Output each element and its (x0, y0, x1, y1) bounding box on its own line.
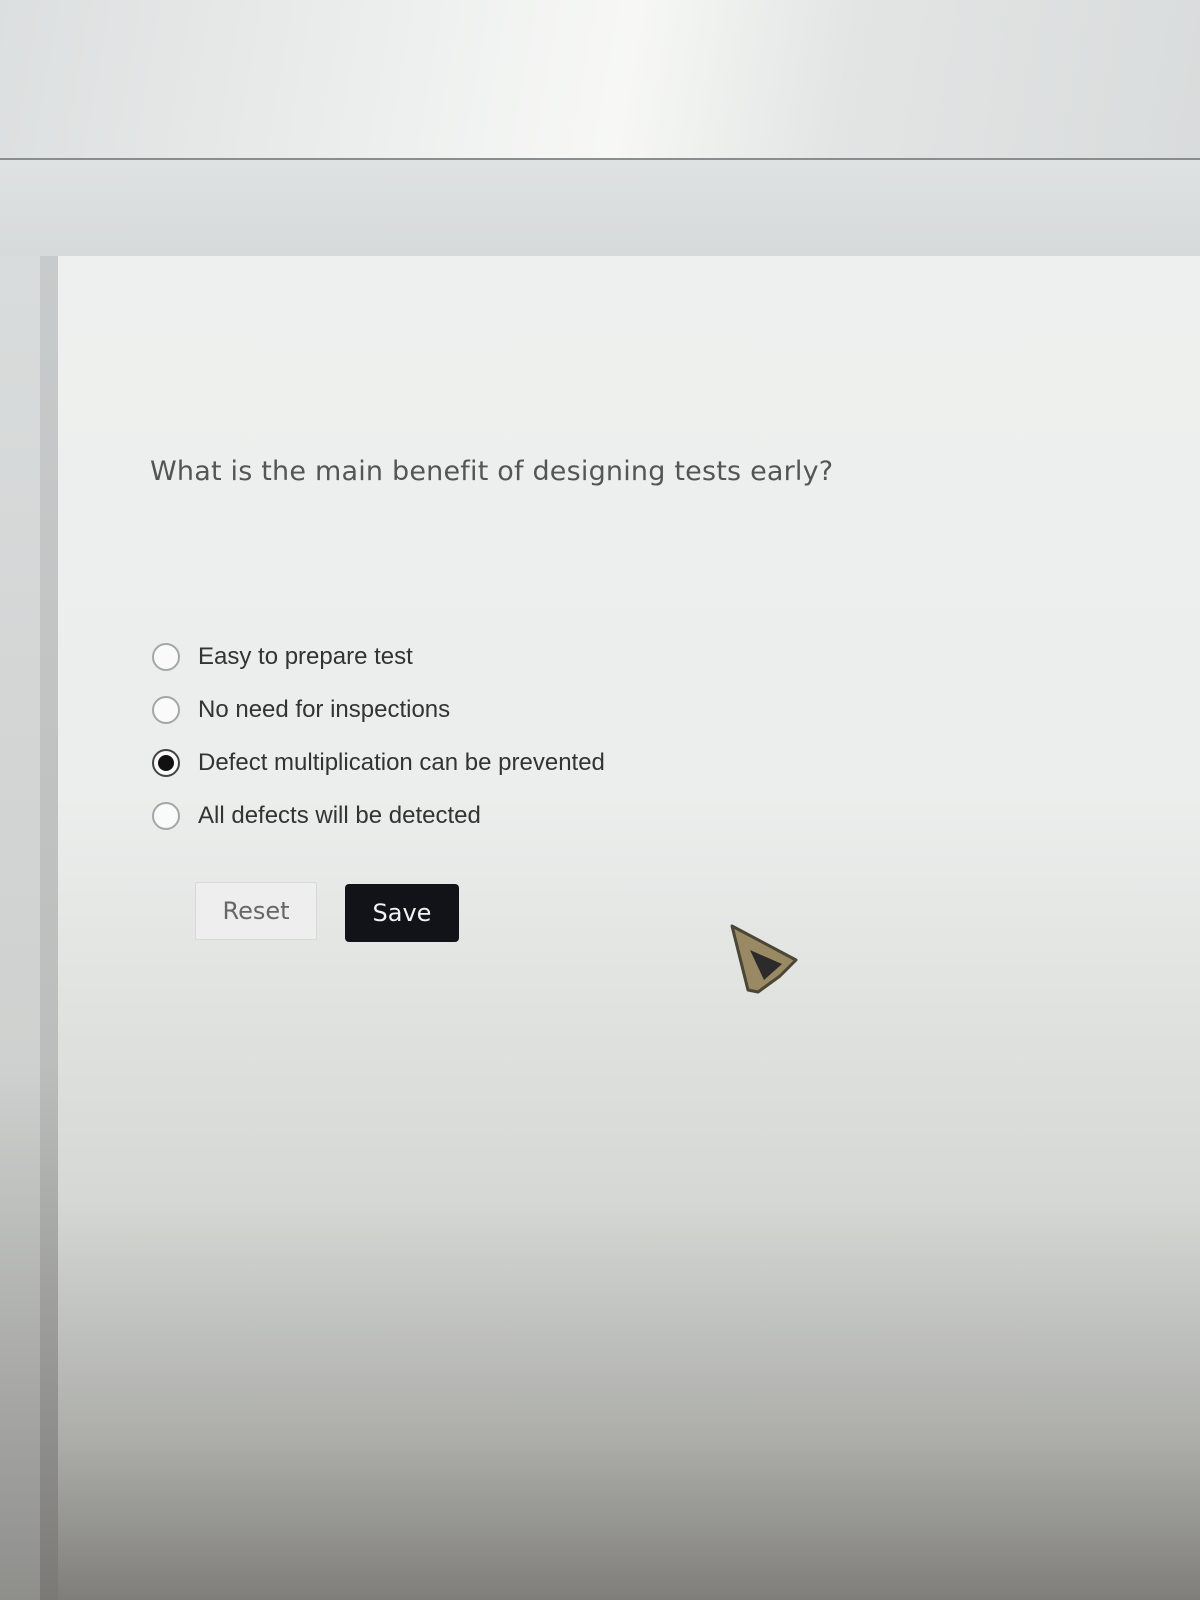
answer-option-1[interactable]: Easy to prepare test (152, 630, 852, 683)
radio-dot-icon (158, 754, 174, 771)
answer-option-label: Easy to prepare test (198, 642, 413, 670)
save-button[interactable]: Save (345, 884, 459, 942)
radio-filled-icon[interactable] (152, 748, 180, 777)
sub-header-bar (0, 160, 1200, 256)
left-rail (40, 256, 59, 1600)
answer-option-label: Defect multiplication can be prevented (198, 748, 605, 776)
radio-empty-icon[interactable] (152, 695, 180, 724)
top-bar (0, 0, 1200, 160)
answer-option-2[interactable]: No need for inspections (152, 683, 852, 736)
radio-empty-icon[interactable] (152, 801, 180, 830)
left-gutter (0, 256, 40, 1600)
question-text: What is the main benefit of designing te… (150, 456, 834, 487)
reset-button[interactable]: Reset (195, 882, 317, 940)
answer-option-4[interactable]: All defects will be detected (152, 789, 852, 842)
answer-option-label: No need for inspections (198, 695, 451, 723)
answer-option-3[interactable]: Defect multiplication can be prevented (152, 736, 852, 789)
answer-options: Easy to prepare test No need for inspect… (152, 630, 852, 842)
mouse-pointer-icon (730, 924, 798, 994)
answer-option-label: All defects will be detected (198, 801, 481, 829)
radio-empty-icon[interactable] (152, 642, 180, 671)
